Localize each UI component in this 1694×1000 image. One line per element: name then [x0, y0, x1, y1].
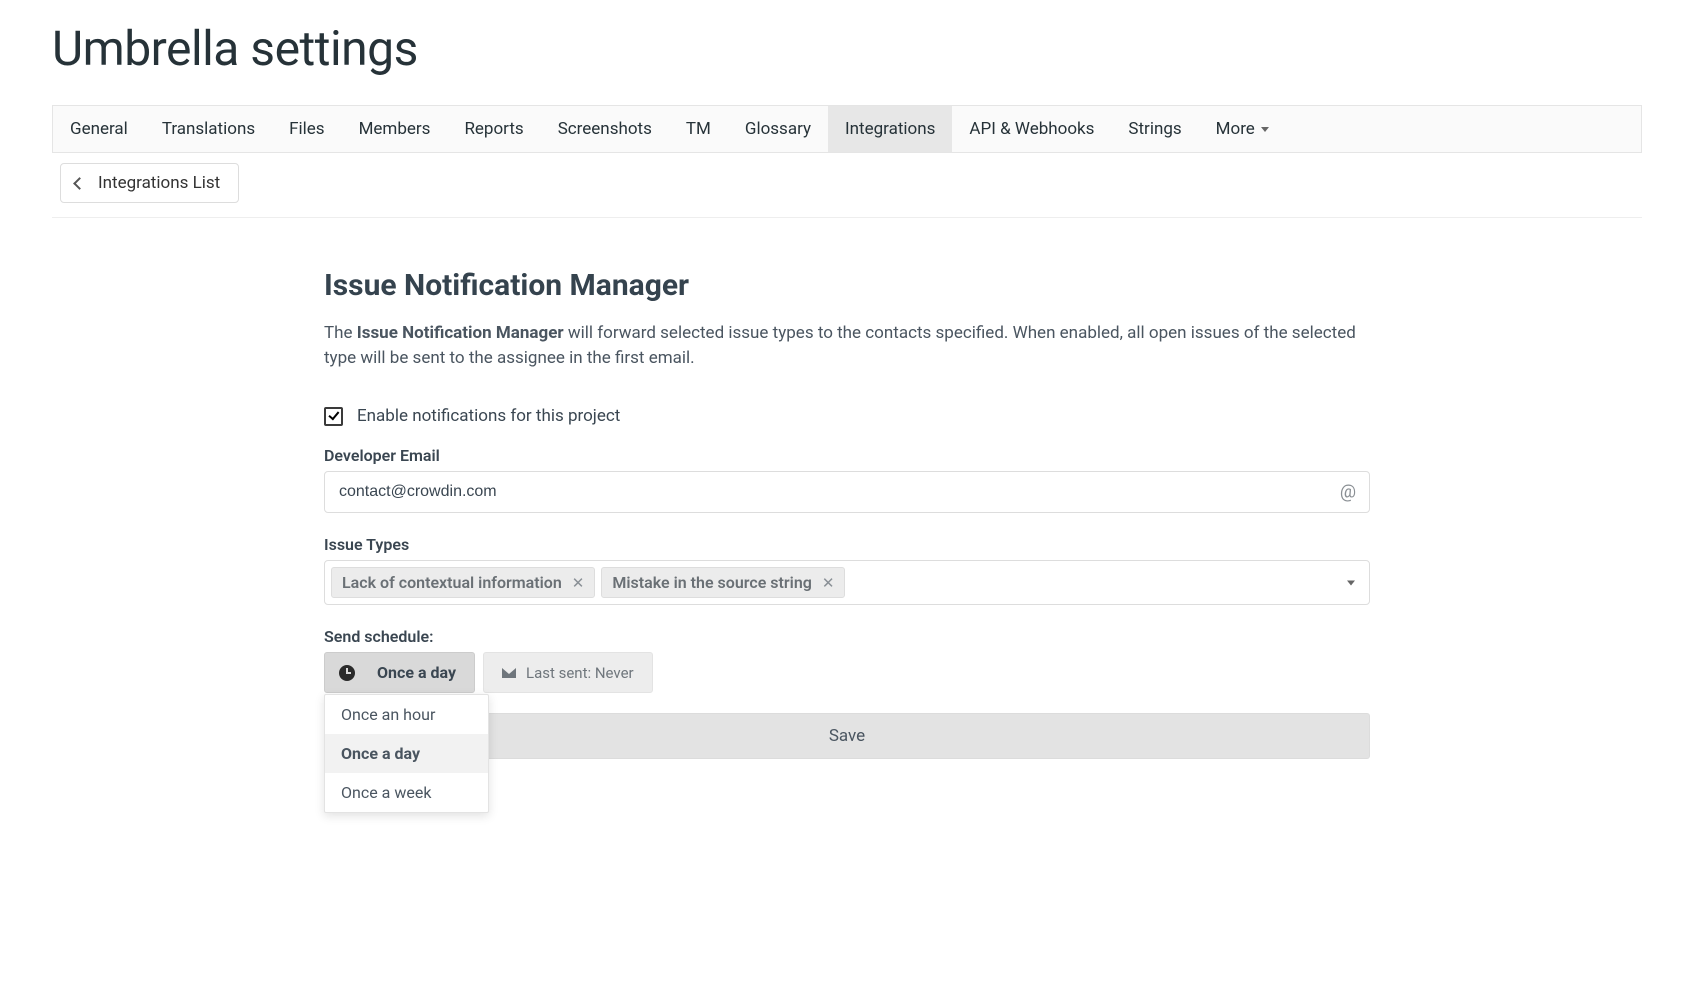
issue-types-select[interactable]: Lack of contextual information ✕ Mistake…: [324, 560, 1370, 605]
tabs-bar: General Translations Files Members Repor…: [52, 105, 1642, 153]
close-icon[interactable]: ✕: [572, 574, 585, 592]
envelope-icon: [502, 668, 516, 678]
tab-integrations[interactable]: Integrations: [828, 106, 952, 152]
at-icon: @: [1340, 482, 1356, 503]
back-row: Integrations List: [52, 163, 1642, 218]
back-button[interactable]: Integrations List: [60, 163, 239, 203]
tab-screenshots[interactable]: Screenshots: [541, 106, 669, 152]
tab-members[interactable]: Members: [342, 106, 448, 152]
last-sent-badge: Last sent: Never: [483, 652, 653, 693]
enable-checkbox-row: Enable notifications for this project: [324, 406, 1370, 426]
enable-checkbox[interactable]: [324, 407, 343, 426]
back-button-label: Integrations List: [98, 173, 220, 193]
desc-prefix: The: [324, 323, 357, 343]
tab-glossary[interactable]: Glossary: [728, 106, 828, 152]
developer-email-wrap: @: [324, 471, 1370, 513]
content: Issue Notification Manager The Issue Not…: [324, 268, 1370, 759]
developer-email-label: Developer Email: [324, 446, 1370, 465]
issue-types-label: Issue Types: [324, 535, 1370, 554]
schedule-dropdown: Once an hour Once a day Once a week: [324, 694, 489, 813]
issue-type-tag: Mistake in the source string ✕: [601, 567, 845, 598]
issue-type-tag-label: Lack of contextual information: [342, 573, 562, 592]
tab-general[interactable]: General: [53, 106, 145, 152]
issue-type-tag-label: Mistake in the source string: [612, 573, 812, 592]
chevron-down-icon: [1347, 580, 1355, 585]
schedule-option-week[interactable]: Once a week: [325, 773, 488, 812]
tab-files[interactable]: Files: [272, 106, 341, 152]
clock-icon: [339, 665, 355, 681]
issue-type-tag: Lack of contextual information ✕: [331, 567, 595, 598]
tab-api-webhooks[interactable]: API & Webhooks: [952, 106, 1111, 152]
tab-reports[interactable]: Reports: [447, 106, 540, 152]
tab-strings[interactable]: Strings: [1111, 106, 1198, 152]
tab-more-label: More: [1216, 119, 1255, 139]
tab-more[interactable]: More: [1199, 106, 1286, 152]
section-description: The Issue Notification Manager will forw…: [324, 321, 1370, 370]
desc-bold: Issue Notification Manager: [357, 323, 564, 343]
last-sent-label: Last sent: Never: [526, 664, 634, 682]
schedule-row: Once a day Last sent: Never Once an hour…: [324, 652, 1370, 693]
schedule-label: Send schedule:: [324, 627, 1370, 646]
enable-checkbox-label: Enable notifications for this project: [357, 406, 620, 426]
schedule-selected: Once a day: [377, 663, 456, 682]
developer-email-input[interactable]: [324, 471, 1370, 513]
schedule-dropdown-button[interactable]: Once a day: [324, 652, 475, 693]
schedule-option-day[interactable]: Once a day: [325, 734, 488, 773]
tab-translations[interactable]: Translations: [145, 106, 272, 152]
page-title: Umbrella settings: [52, 20, 1642, 77]
close-icon[interactable]: ✕: [822, 574, 835, 592]
chevron-down-icon: [1261, 127, 1269, 132]
chevron-left-icon: [73, 177, 86, 190]
tab-tm[interactable]: TM: [669, 106, 728, 152]
checkmark-icon: [328, 409, 339, 421]
schedule-option-hour[interactable]: Once an hour: [325, 695, 488, 734]
section-title: Issue Notification Manager: [324, 268, 1370, 303]
